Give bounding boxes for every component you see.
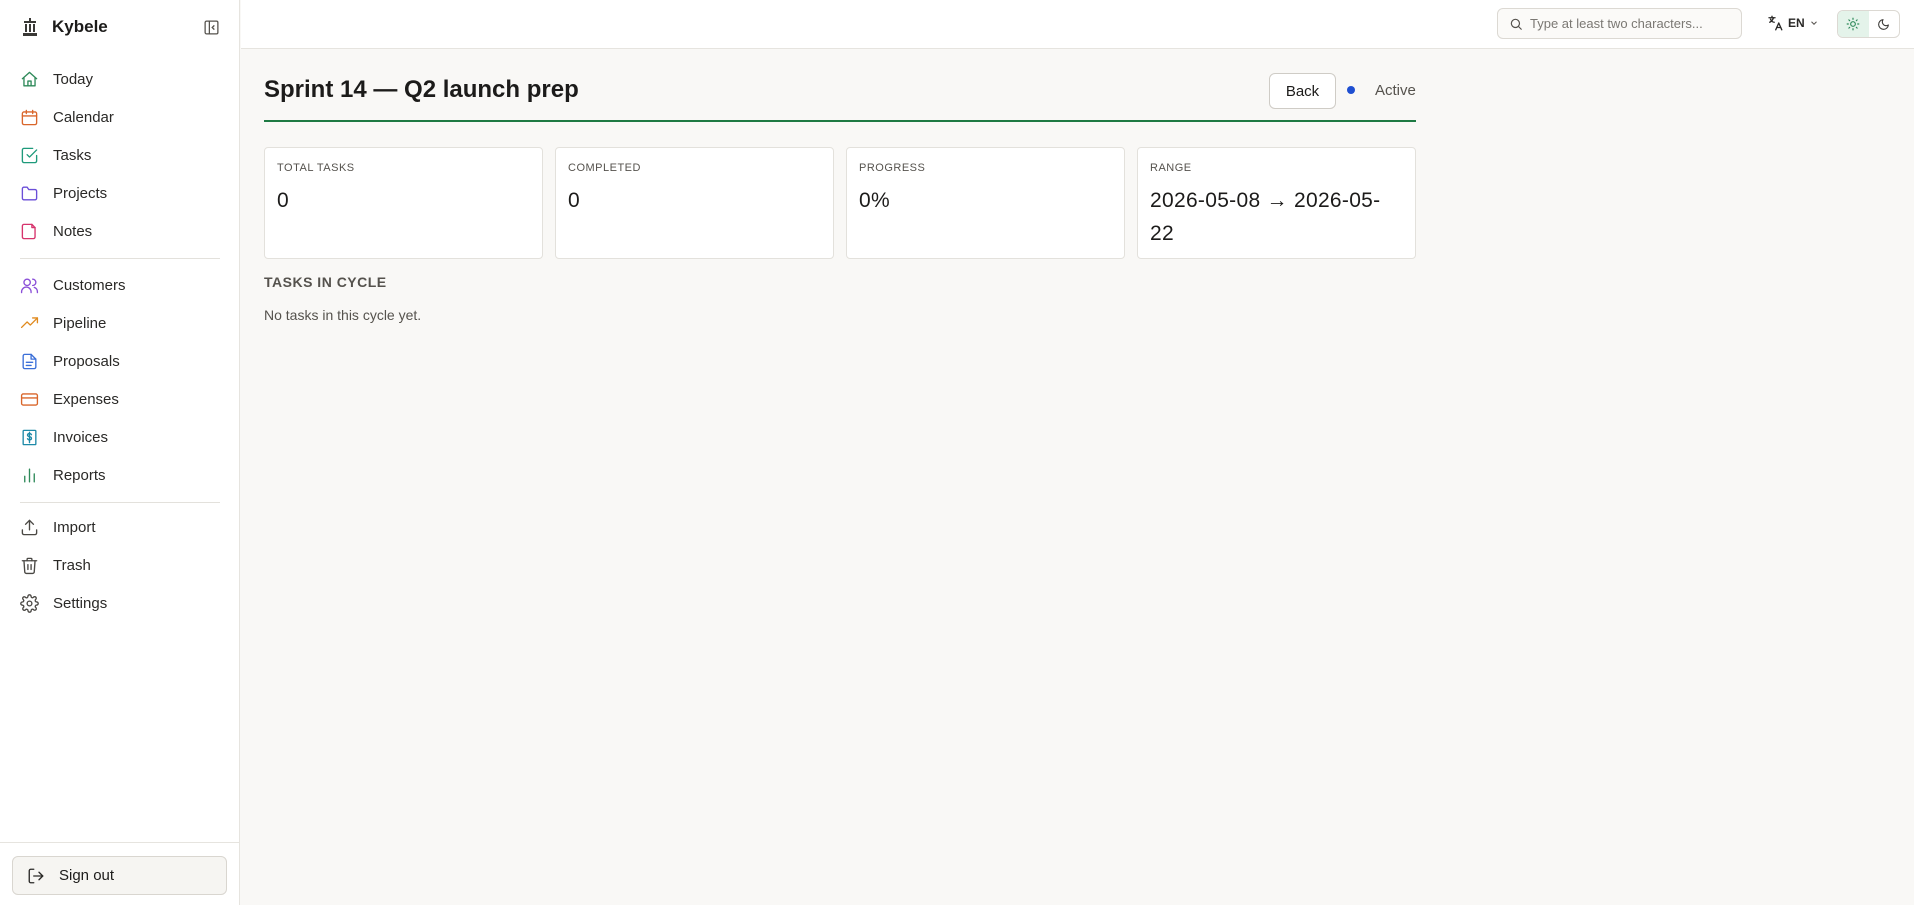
upload-icon xyxy=(21,519,38,535)
trending-up-icon xyxy=(20,316,39,328)
file-text-icon xyxy=(22,353,37,369)
sidebar-item-label: Invoices xyxy=(53,428,109,446)
sidebar-item-proposals[interactable]: Proposals xyxy=(12,344,224,378)
sidebar-collapse-button[interactable] xyxy=(200,16,222,38)
sidebar-item-label: Tasks xyxy=(53,146,92,164)
sign-out-label: Sign out xyxy=(59,867,115,884)
sidebar-divider xyxy=(20,258,220,259)
sidebar-item-label: Notes xyxy=(53,222,93,240)
note-icon xyxy=(21,223,36,239)
status-label: Active xyxy=(1375,82,1416,99)
stat-card-completed: COMPLETED 0 xyxy=(555,147,834,259)
sidebar-item-trash[interactable]: Trash xyxy=(12,548,224,582)
language-code: EN xyxy=(1788,16,1805,30)
sidebar-item-label: Today xyxy=(53,70,94,88)
sidebar: Kybele Today Calendar Tasks Projects Notes Cu… xyxy=(0,0,240,905)
sidebar-item-tasks[interactable]: Tasks xyxy=(12,138,224,172)
stat-card-progress: PROGRESS 0% xyxy=(846,147,1125,259)
sun-icon xyxy=(1846,17,1860,31)
search-icon xyxy=(1510,18,1522,30)
search-input[interactable] xyxy=(1530,9,1735,38)
language-selector[interactable]: EN xyxy=(1766,12,1819,34)
temple-logo-icon xyxy=(20,17,40,37)
stat-value: 0% xyxy=(859,189,890,212)
sidebar-item-label: Proposals xyxy=(53,352,120,370)
stat-label: RANGE xyxy=(1150,162,1192,174)
sidebar-item-label: Settings xyxy=(53,594,108,612)
stat-card-total-tasks: TOTAL TASKS 0 xyxy=(264,147,543,259)
stat-card-range: RANGE 2026-05-08 → 2026-05-22 xyxy=(1137,147,1416,259)
sidebar-item-today[interactable]: Today xyxy=(12,62,224,96)
sign-out-button[interactable]: Sign out xyxy=(12,856,227,895)
sidebar-item-label: Pipeline xyxy=(53,314,107,332)
sidebar-item-projects[interactable]: Projects xyxy=(12,176,224,210)
sidebar-item-label: Import xyxy=(53,518,96,536)
stat-value: 2026-05-08 → 2026-05-22 xyxy=(1150,189,1381,245)
stat-label: COMPLETED xyxy=(568,162,641,174)
folder-icon xyxy=(21,185,38,201)
sidebar-item-label: Trash xyxy=(53,556,91,574)
calendar-icon xyxy=(21,109,38,125)
sidebar-divider xyxy=(20,502,220,503)
stat-label: TOTAL TASKS xyxy=(277,162,355,174)
sidebar-footer: Sign out xyxy=(0,842,240,905)
sidebar-item-customers[interactable]: Customers xyxy=(12,268,224,302)
search-box[interactable] xyxy=(1497,8,1742,39)
sidebar-item-pipeline[interactable]: Pipeline xyxy=(12,306,224,340)
sidebar-item-invoices[interactable]: Invoices xyxy=(12,420,224,454)
sidebar-item-calendar[interactable]: Calendar xyxy=(12,100,224,134)
sidebar-item-notes[interactable]: Notes xyxy=(12,214,224,248)
app-name: Kybele xyxy=(52,17,108,36)
sidebar-item-label: Customers xyxy=(53,276,126,294)
back-button[interactable]: Back xyxy=(1269,73,1336,109)
bar-chart-icon xyxy=(24,467,35,483)
empty-state-text: No tasks in this cycle yet. xyxy=(264,307,422,323)
sidebar-item-import[interactable]: Import xyxy=(12,510,224,544)
light-theme-button[interactable] xyxy=(1838,11,1869,37)
translate-icon xyxy=(1768,15,1783,31)
users-icon xyxy=(20,277,39,293)
stat-value: 0 xyxy=(568,189,580,212)
credit-card-icon xyxy=(20,392,39,406)
sidebar-item-label: Expenses xyxy=(53,390,119,408)
chevron-down-icon xyxy=(1810,21,1817,25)
sidebar-item-label: Reports xyxy=(53,466,106,484)
check-square-icon xyxy=(21,147,38,163)
sidebar-item-label: Calendar xyxy=(53,108,114,126)
panel-left-icon xyxy=(203,19,219,35)
section-title-tasks: TASKS IN CYCLE xyxy=(264,274,387,290)
home-icon xyxy=(21,71,38,87)
log-out-icon xyxy=(28,868,44,883)
title-divider xyxy=(264,120,1416,122)
moon-icon xyxy=(1878,18,1890,30)
sidebar-item-settings[interactable]: Settings xyxy=(12,586,224,620)
status-dot xyxy=(1347,86,1355,94)
sidebar-item-label: Projects xyxy=(53,184,108,202)
dark-theme-button[interactable] xyxy=(1869,11,1900,37)
sidebar-item-reports[interactable]: Reports xyxy=(12,458,224,492)
theme-toggle xyxy=(1837,10,1900,38)
brand[interactable]: Kybele xyxy=(20,14,108,40)
stat-value: 0 xyxy=(277,189,289,212)
page-title: Sprint 14 — Q2 launch prep xyxy=(264,76,579,103)
receipt-icon xyxy=(22,429,37,445)
gear-icon xyxy=(20,593,39,613)
sidebar-item-expenses[interactable]: Expenses xyxy=(12,382,224,416)
stat-label: PROGRESS xyxy=(859,162,926,174)
trash-icon xyxy=(21,557,38,574)
top-bar: EN xyxy=(241,0,1914,49)
